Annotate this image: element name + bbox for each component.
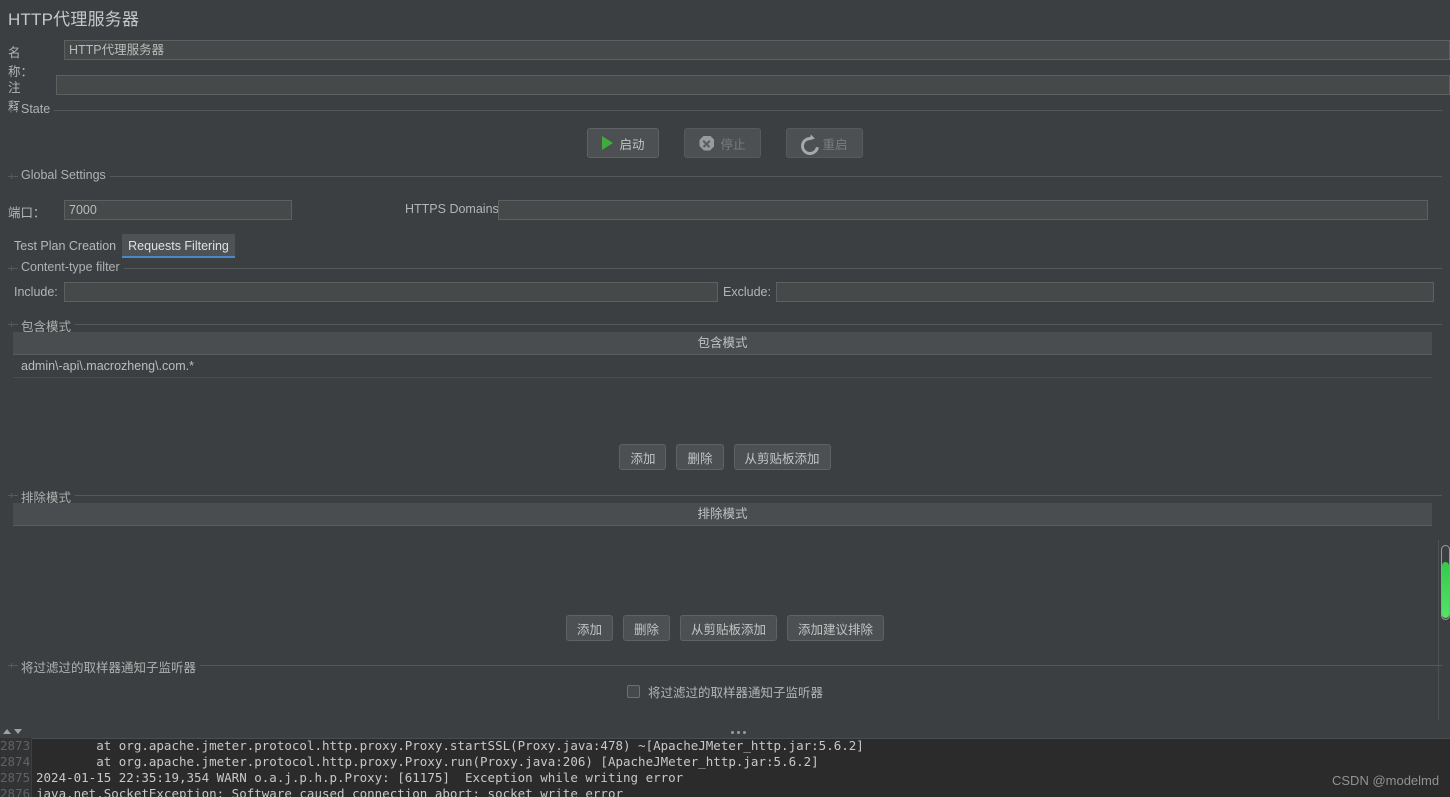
include-patterns-table[interactable]: 包含模式 admin\-api\.macrozheng\.com.*: [13, 332, 1432, 378]
exclude-pattern-buttons: 添加 删除 从剪贴板添加 添加建议排除: [0, 615, 1450, 641]
include-input[interactable]: [64, 282, 718, 302]
log-line-number: 2874: [0, 754, 32, 770]
group-tick: [11, 322, 12, 327]
log-line-number: 2873: [0, 738, 32, 754]
notify-listeners-checkbox[interactable]: [626, 685, 640, 698]
start-button[interactable]: 启动: [587, 128, 660, 158]
tab-test-plan-creation[interactable]: Test Plan Creation: [8, 234, 122, 258]
log-console[interactable]: 2873 at org.apache.jmeter.protocol.http.…: [0, 726, 1450, 797]
log-line-number: 2876: [0, 786, 32, 797]
log-line: 2874 at org.apache.jmeter.protocol.http.…: [0, 754, 1450, 770]
log-line-number: 2875: [0, 770, 32, 786]
stop-button[interactable]: 停止: [684, 128, 761, 158]
log-line: 2873 at org.apache.jmeter.protocol.http.…: [0, 738, 1450, 754]
state-group: State 启动 停止 重启: [8, 102, 1442, 166]
group-tick: [11, 493, 12, 498]
state-group-title: State: [18, 102, 55, 116]
restart-button-label: 重启: [822, 137, 848, 152]
log-line-text: 2024-01-15 22:35:19,354 WARN o.a.j.p.h.p…: [36, 770, 684, 785]
tab-bar: Test Plan Creation Requests Filtering: [8, 234, 1442, 258]
scroll-up-icon[interactable]: [3, 729, 11, 734]
table-row[interactable]: admin\-api\.macrozheng\.com.*: [13, 355, 1432, 378]
include-table-header: 包含模式: [13, 332, 1432, 355]
stop-icon: [699, 135, 715, 151]
drag-handle-icon[interactable]: [731, 729, 749, 735]
state-buttons: 启动 停止 重启: [8, 128, 1442, 159]
restart-icon: [796, 132, 823, 159]
log-line: 2876 java.net.SocketException: Software …: [0, 786, 1450, 797]
watermark: CSDN @modelmd: [1332, 773, 1440, 788]
exclude-delete-button[interactable]: 删除: [622, 615, 670, 641]
https-domains-label: HTTPS Domains:: [405, 202, 503, 216]
include-delete-button[interactable]: 删除: [676, 444, 724, 470]
include-add-button[interactable]: 添加: [619, 444, 667, 470]
scrollbar-thumb[interactable]: [1442, 562, 1449, 618]
global-settings-title: Global Settings: [18, 168, 110, 182]
group-tick: [11, 174, 12, 179]
https-domains-input[interactable]: [498, 200, 1428, 220]
start-button-label: 启动: [619, 137, 645, 152]
scroll-down-icon[interactable]: [14, 729, 22, 734]
play-icon: [602, 136, 614, 150]
name-label: 名称：: [8, 46, 34, 79]
vertical-scrollbar[interactable]: [1439, 545, 1450, 620]
log-line-text: java.net.SocketException: Software cause…: [36, 786, 623, 797]
port-input[interactable]: [64, 200, 292, 220]
http-proxy-server-panel: HTTP代理服务器 名称： 注释： State 启动 停止: [0, 0, 1450, 797]
notify-listeners-group: 将过滤过的取样器通知子监听器 将过滤过的取样器通知子监听器: [8, 657, 1442, 721]
include-table-body: admin\-api\.macrozheng\.com.*: [13, 355, 1432, 378]
include-pattern-buttons: 添加 删除 从剪贴板添加: [0, 444, 1450, 470]
group-tick: [11, 108, 12, 113]
exclude-patterns-table[interactable]: 排除模式: [13, 503, 1432, 526]
exclude-add-from-clipboard-button[interactable]: 从剪贴板添加: [680, 615, 778, 641]
exclude-input[interactable]: [776, 282, 1434, 302]
log-line: 2875 2024-01-15 22:35:19,354 WARN o.a.j.…: [0, 770, 1450, 786]
content-type-filter-group: Content-type filter Include: Exclude:: [8, 260, 1442, 309]
stop-button-label: 停止: [720, 137, 746, 152]
log-lines: 2873 at org.apache.jmeter.protocol.http.…: [0, 738, 1450, 797]
name-input[interactable]: [64, 40, 1450, 60]
exclude-table-header: 排除模式: [13, 503, 1432, 526]
port-label: 端口：: [8, 206, 46, 220]
include-label: Include:: [14, 285, 58, 299]
group-tick: [11, 663, 12, 668]
exclude-add-button[interactable]: 添加: [565, 615, 613, 641]
global-settings-group: Global Settings 端口： HTTPS Domains:: [8, 168, 1442, 225]
log-line-text: at org.apache.jmeter.protocol.http.proxy…: [36, 754, 819, 769]
include-add-from-clipboard-button[interactable]: 从剪贴板添加: [733, 444, 831, 470]
comment-input[interactable]: [56, 75, 1450, 95]
log-line-text: at org.apache.jmeter.protocol.http.proxy…: [36, 738, 864, 753]
exclude-add-suggested-button[interactable]: 添加建议排除: [787, 615, 885, 641]
content-type-filter-title: Content-type filter: [18, 260, 124, 274]
exclude-label: Exclude:: [723, 285, 771, 299]
notify-listeners-row: 将过滤过的取样器通知子监听器: [8, 682, 1442, 701]
notify-listeners-title: 将过滤过的取样器通知子监听器: [18, 657, 201, 676]
tab-requests-filtering[interactable]: Requests Filtering: [122, 234, 235, 258]
notify-listeners-label: 将过滤过的取样器通知子监听器: [647, 686, 823, 700]
page-title: HTTP代理服务器: [8, 10, 140, 29]
group-tick: [11, 266, 12, 271]
restart-button[interactable]: 重启: [785, 128, 863, 159]
